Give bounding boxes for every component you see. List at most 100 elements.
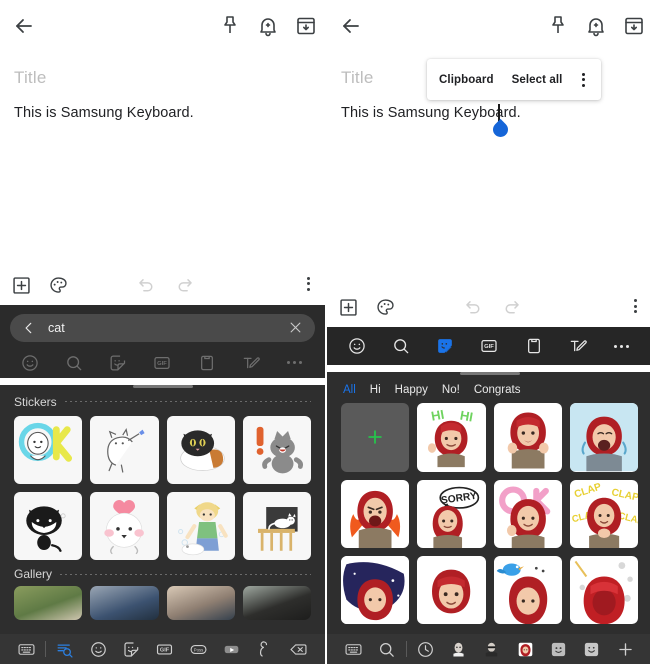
gray-cat-exclaim-sticker[interactable]	[242, 415, 311, 484]
close-icon[interactable]	[288, 320, 303, 335]
chevron-left-icon[interactable]	[22, 321, 36, 335]
cat-on-stool-sticker[interactable]	[242, 491, 311, 560]
pin-icon[interactable]	[218, 14, 242, 38]
bottom-play-button-icon[interactable]	[215, 638, 248, 660]
bottom-sticker-square-alt-icon[interactable]	[575, 638, 608, 660]
bottom-backspace-icon[interactable]	[282, 638, 315, 660]
tab-search[interactable]	[63, 352, 85, 374]
plus-icon	[365, 427, 385, 447]
ar-angry-fire-sticker[interactable]	[341, 479, 410, 548]
keyboard-panel: GIF All Hi Happy No! Congrats HI HI SORR…	[327, 288, 650, 664]
ar-ok-sticker[interactable]	[493, 479, 562, 548]
undo-icon[interactable]	[463, 297, 484, 318]
note-title-placeholder[interactable]: Title	[341, 68, 374, 88]
note-title-placeholder[interactable]: Title	[14, 68, 47, 88]
palette-icon[interactable]	[48, 275, 69, 296]
category-tab-congrats[interactable]: Congrats	[474, 384, 521, 396]
redo-icon[interactable]	[501, 297, 522, 318]
bottom-person-outline-icon[interactable]	[248, 638, 281, 660]
note-header	[0, 0, 325, 52]
ar-hi-hi-sticker[interactable]: HI HI	[417, 403, 486, 472]
clipboard-button[interactable]: Clipboard	[439, 74, 494, 86]
overflow-menu-icon[interactable]	[298, 275, 319, 296]
ar-peek-sticker[interactable]	[417, 555, 486, 624]
tab-emoji[interactable]	[346, 335, 368, 357]
tab-gif[interactable]: GIF	[151, 352, 173, 374]
gallery-thumb-3[interactable]	[166, 586, 235, 620]
bottom-sticker-icon[interactable]	[115, 638, 148, 660]
category-tab-no[interactable]: No!	[442, 384, 460, 396]
svg-text:HI: HI	[459, 408, 474, 425]
section-divider	[64, 401, 311, 402]
select-all-button[interactable]: Select all	[512, 74, 563, 86]
add-box-icon[interactable]	[338, 297, 359, 318]
undo-icon[interactable]	[136, 275, 157, 296]
search-input-value[interactable]: cat	[48, 321, 288, 335]
gallery-thumb-1[interactable]	[14, 586, 83, 620]
bottom-poss-icon[interactable]: Poss	[182, 638, 215, 660]
ar-bird-sticker[interactable]	[493, 555, 562, 624]
bottom-plus-icon[interactable]	[609, 638, 642, 660]
bell-add-icon[interactable]	[584, 14, 608, 38]
back-arrow-icon[interactable]	[12, 14, 36, 38]
tab-text-edit[interactable]	[567, 335, 589, 357]
ar-clap-sticker[interactable]: CLAP CLAP CLAP CLAP	[569, 479, 638, 548]
back-arrow-icon[interactable]	[339, 14, 363, 38]
tab-sticker[interactable]	[107, 352, 129, 374]
overflow-menu-icon[interactable]	[625, 297, 646, 318]
search-input[interactable]: cat	[10, 313, 315, 342]
category-tab-all[interactable]: All	[343, 384, 356, 396]
box-download-icon[interactable]	[622, 14, 646, 38]
bottom-avatar-sunglasses-icon[interactable]	[475, 638, 508, 660]
ok-bear-sticker[interactable]	[14, 415, 83, 484]
heart-head-cat-sticker[interactable]	[90, 491, 159, 560]
redo-icon[interactable]	[174, 275, 195, 296]
tab-sticker[interactable]	[434, 335, 456, 357]
gallery-thumb-4[interactable]	[242, 586, 311, 620]
bottom-emoji-icon[interactable]	[82, 638, 115, 660]
bottom-avatar-pale-icon[interactable]	[442, 638, 475, 660]
category-tab-happy[interactable]: Happy	[395, 384, 428, 396]
bottom-ar-emoji-character-icon[interactable]	[509, 638, 542, 660]
gallery-thumb-2[interactable]	[90, 586, 159, 620]
tab-gif[interactable]: GIF	[478, 335, 500, 357]
tab-more[interactable]	[284, 352, 306, 374]
sticker-grid	[0, 414, 325, 560]
ar-crying-sticker[interactable]	[569, 403, 638, 472]
box-download-icon[interactable]	[294, 14, 318, 38]
tab-emoji[interactable]	[19, 352, 41, 374]
bottom-keyboard-icon[interactable]	[10, 638, 43, 660]
category-tab-hi[interactable]: Hi	[370, 384, 381, 396]
ar-confetti-sticker[interactable]	[569, 555, 638, 624]
tab-clipboard[interactable]	[196, 352, 218, 374]
boy-with-cat-sticker[interactable]	[166, 491, 235, 560]
cat-line-art-sticker[interactable]	[90, 415, 159, 484]
cursor-drag-handle[interactable]	[489, 118, 512, 141]
add-sticker-button[interactable]	[341, 403, 410, 472]
tab-more[interactable]	[611, 335, 633, 357]
note-body-text[interactable]: This is Samsung Keyboard.	[341, 105, 521, 121]
ar-sorry-sticker[interactable]: SORRY	[417, 479, 486, 548]
bottom-sticker-square-icon[interactable]	[542, 638, 575, 660]
note-header	[327, 0, 650, 52]
calico-cat-sticker[interactable]	[166, 415, 235, 484]
tab-clipboard[interactable]	[523, 335, 545, 357]
overflow-menu-icon[interactable]	[580, 72, 589, 87]
note-body-text[interactable]: This is Samsung Keyboard.	[14, 105, 194, 121]
bottom-keyboard-icon[interactable]	[337, 638, 370, 660]
sticker-search-row: cat	[0, 304, 325, 348]
palette-icon[interactable]	[375, 297, 396, 318]
pin-icon[interactable]	[546, 14, 570, 38]
ar-night-sticker[interactable]	[341, 555, 410, 624]
bottom-search-icon[interactable]	[370, 638, 403, 660]
add-box-icon[interactable]	[11, 275, 32, 296]
bottom-search-icon[interactable]	[48, 638, 81, 660]
bell-add-icon[interactable]	[256, 14, 280, 38]
bottom-gif-icon[interactable]: GIF	[148, 638, 181, 660]
tuxedo-cat-sticker[interactable]	[14, 491, 83, 560]
ar-point-sticker[interactable]	[493, 403, 562, 472]
tab-search[interactable]	[390, 335, 412, 357]
tab-text-edit[interactable]	[240, 352, 262, 374]
bottom-clock-icon[interactable]	[409, 638, 442, 660]
svg-text:GIF: GIF	[160, 647, 170, 653]
